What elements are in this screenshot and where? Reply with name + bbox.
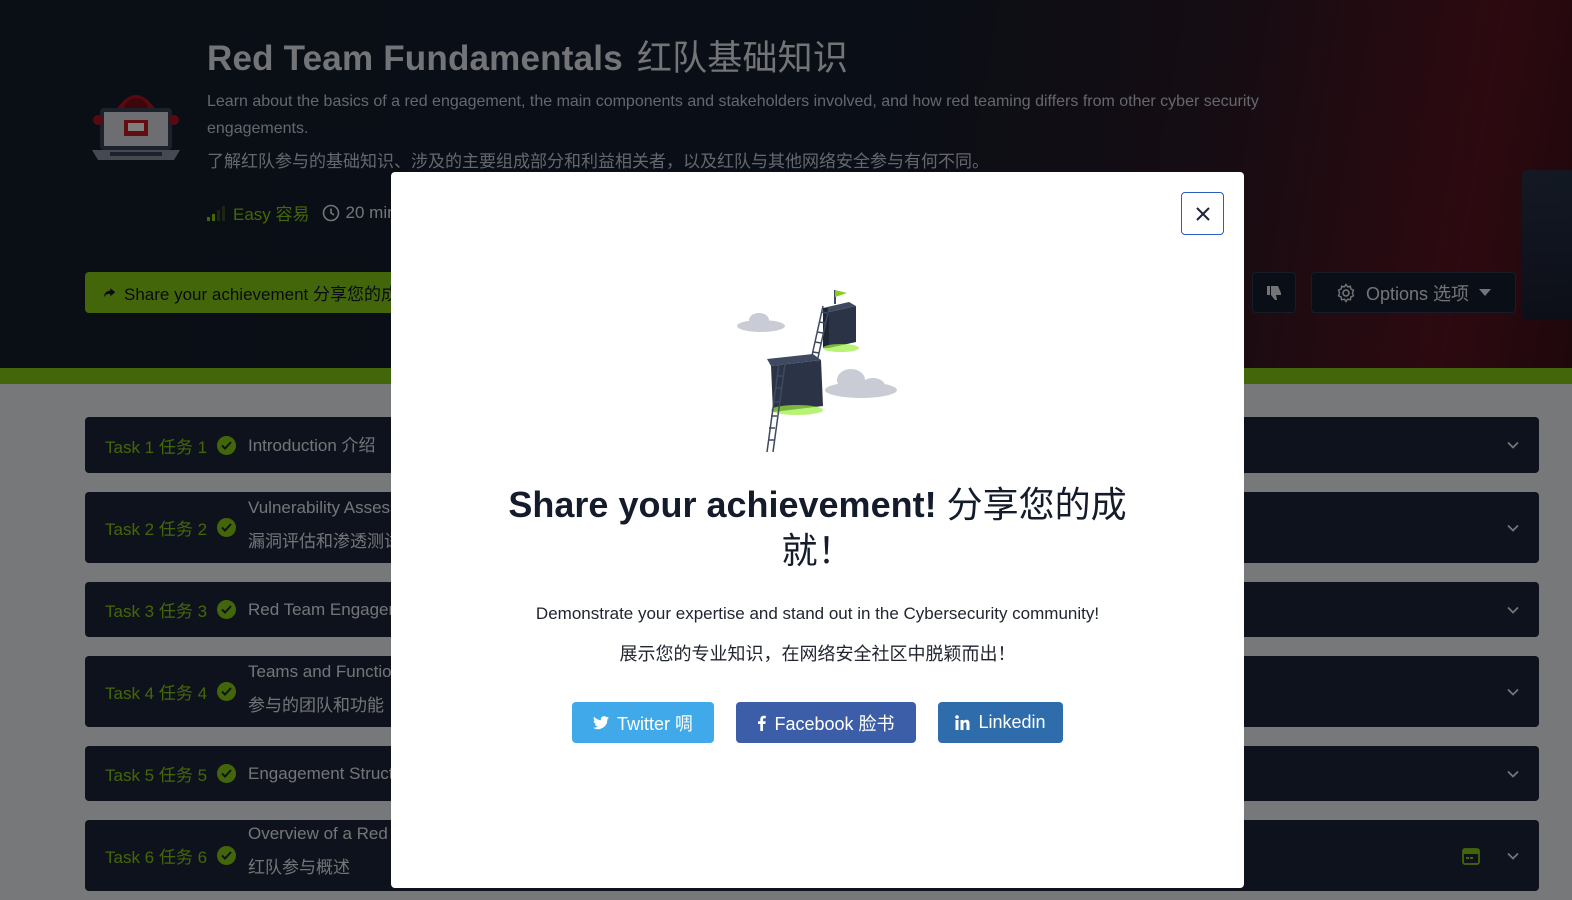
facebook-icon: [758, 715, 767, 731]
modal-description-cn: 展示您的专业知识，在网络安全社区中脱颖而出！: [619, 644, 1016, 664]
twitter-share-button[interactable]: Twitter 啁: [572, 702, 714, 743]
modal-description: Demonstrate your expertise and stand out…: [535, 604, 1100, 623]
achievement-cubes-illustration: [737, 290, 897, 453]
facebook-label: Facebook 脸书: [774, 713, 895, 734]
twitter-icon: [592, 715, 609, 729]
share-achievement-modal: Share your achievement! 分享您的成就！ Demonstr…: [391, 172, 1244, 888]
twitter-label: Twitter 啁: [616, 713, 693, 734]
linkedin-icon: [955, 715, 970, 730]
modal-title-en: Share your achievement!: [508, 484, 937, 525]
close-button[interactable]: [1181, 192, 1224, 235]
linkedin-share-button[interactable]: Linkedin: [938, 702, 1063, 743]
linkedin-label: Linkedin: [978, 712, 1046, 732]
close-icon: [1195, 206, 1210, 221]
modal-title: Share your achievement! 分享您的成就！: [501, 482, 1134, 574]
facebook-share-button[interactable]: Facebook 脸书: [736, 702, 916, 743]
